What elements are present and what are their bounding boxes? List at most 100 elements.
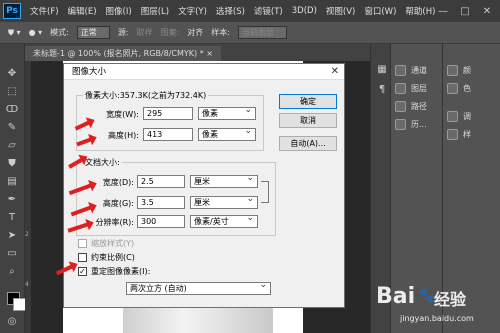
paths-icon <box>395 100 406 112</box>
menu-view[interactable]: 视图(V) <box>326 5 355 17</box>
scale-styles-label: 缩放样式(Y) <box>91 239 135 248</box>
ruler-mark: 2 <box>25 231 29 238</box>
menu-window[interactable]: 窗口(W) <box>364 5 396 17</box>
sample-select[interactable]: 当前图层 <box>237 26 287 39</box>
doc-height-unit-select[interactable]: 厘米 <box>190 194 258 209</box>
watermark-url: jingyan.baidu.com <box>400 314 474 323</box>
document-tab-title: 未标题-1 @ 100% (报名照片, RGB/8/CMYK) * <box>33 49 204 58</box>
menu-select[interactable]: 选择(S) <box>216 5 245 17</box>
restore-button[interactable]: □ <box>454 6 476 17</box>
layers-icon <box>395 82 406 94</box>
constrain-proportions-label: 约束比例(C) <box>91 253 135 262</box>
clone-stamp-icon[interactable]: ⛊ ▾ <box>8 28 21 38</box>
scale-styles-checkbox <box>78 239 87 248</box>
lasso-tool-icon[interactable]: ↀ <box>3 102 21 118</box>
menu-help[interactable]: 帮助(H) <box>405 5 435 17</box>
watermark-paw-icon: 🐾 <box>418 288 436 304</box>
pixel-width-unit-select[interactable]: 像素 <box>198 105 256 120</box>
history-panel-tab[interactable]: 历... <box>395 116 427 132</box>
menu-type[interactable]: 文字(Y) <box>178 5 207 17</box>
image-size-dialog: 图像大小 ✕ 像素大小:357.3K(之前为732.4K) 宽度(W): 295… <box>63 63 345 308</box>
menu-filter[interactable]: 滤镜(T) <box>254 5 283 17</box>
menu-layer[interactable]: 图层(L) <box>141 5 169 17</box>
eraser-tool-icon[interactable]: ▱ <box>3 138 21 154</box>
path-select-tool-icon[interactable]: ➤ <box>3 228 21 244</box>
history-label: 历... <box>411 119 427 129</box>
minimize-button[interactable]: — <box>432 6 454 17</box>
dialog-title-bar: 图像大小 ✕ <box>64 64 344 80</box>
menu-image[interactable]: 图像(I) <box>106 5 132 17</box>
adjustments-label: 调 <box>463 111 471 121</box>
move-tool-icon[interactable]: ✥ <box>3 66 21 82</box>
auto-button[interactable]: 自动(A)... <box>279 136 337 151</box>
color-label: 颜 <box>463 65 471 75</box>
dialog-close-button[interactable]: ✕ <box>331 64 339 80</box>
pixel-height-input[interactable]: 413 <box>143 128 193 141</box>
styles-panel-tab[interactable]: 样 <box>447 126 471 142</box>
ruler-mark: 4 <box>25 281 29 288</box>
resolution-unit-select[interactable]: 像素/英寸 <box>190 213 258 228</box>
vertical-ruler: 2 4 <box>25 61 31 333</box>
swatches-icon <box>447 82 458 94</box>
options-bar: ⛊ ▾ ● ▾ 模式: 正常 源: 取样 图案: 对齐 样本: 当前图层 <box>0 22 500 44</box>
document-tab-close-icon[interactable]: × <box>206 49 213 58</box>
adjustments-panel-tab[interactable]: 调 <box>447 108 471 124</box>
marquee-tool-icon[interactable]: ⬚ <box>3 84 21 100</box>
aligned-checkbox[interactable]: 对齐 <box>187 27 203 38</box>
paths-panel-tab[interactable]: 路径 <box>395 98 427 114</box>
menu-bar: Ps 文件(F) 编辑(E) 图像(I) 图层(L) 文字(Y) 选择(S) 滤… <box>0 0 500 22</box>
menu-edit[interactable]: 编辑(E) <box>68 5 97 17</box>
pixel-height-unit-select[interactable]: 像素 <box>198 126 256 141</box>
mode-select[interactable]: 正常 <box>76 26 110 39</box>
zoom-tool-icon[interactable]: ⌕ <box>3 264 21 280</box>
cancel-button[interactable]: 取消 <box>279 113 337 128</box>
paragraph-panel-icon[interactable]: ¶ <box>373 82 391 98</box>
document-tab-bar: 未标题-1 @ 100% (报名照片, RGB/8/CMYK) * × <box>25 44 370 61</box>
adjustments-icon <box>447 110 458 122</box>
swatches-label: 色 <box>463 83 471 93</box>
menu-3d[interactable]: 3D(D) <box>292 6 317 16</box>
brush-size-icon[interactable]: ● ▾ <box>29 28 43 37</box>
constrain-proportions-checkbox[interactable] <box>78 253 87 262</box>
source-pattern-radio[interactable]: 图案: <box>161 27 180 38</box>
pen-tool-icon[interactable]: ✒ <box>3 192 21 208</box>
constrain-link-icon <box>261 181 269 203</box>
ok-button[interactable]: 确定 <box>279 94 337 109</box>
paths-label: 路径 <box>411 101 427 111</box>
swatches-panel-tab[interactable]: 色 <box>447 80 471 96</box>
layers-panel-tab[interactable]: 图层 <box>395 80 427 96</box>
layers-label: 图层 <box>411 83 427 93</box>
channels-icon <box>395 64 406 76</box>
clone-stamp-tool-icon[interactable]: ⛊ <box>3 156 21 172</box>
watermark-brand: Bai <box>376 284 416 309</box>
sample-label: 样本: <box>211 28 230 37</box>
styles-icon <box>447 128 458 140</box>
close-window-button[interactable]: ✕ <box>476 6 498 17</box>
mode-label: 模式: <box>50 28 69 37</box>
doc-height-input[interactable]: 3.5 <box>137 196 185 209</box>
source-sampled-radio[interactable]: 取样 <box>137 27 153 38</box>
baidu-jingyan-watermark: Bai 🐾 经验 jingyan.baidu.com <box>372 284 497 328</box>
resolution-input[interactable]: 300 <box>137 215 185 228</box>
resample-method-select[interactable]: 两次立方 (自动) <box>126 280 271 295</box>
brush-tool-icon[interactable]: ✎ <box>3 120 21 136</box>
shape-tool-icon[interactable]: ▭ <box>3 246 21 262</box>
doc-width-unit-select[interactable]: 厘米 <box>190 173 258 188</box>
quick-mask-icon[interactable]: ◎ <box>3 314 21 330</box>
menu-file[interactable]: 文件(F) <box>30 5 59 17</box>
styles-label: 样 <box>463 129 471 139</box>
dialog-title: 图像大小 <box>72 67 107 77</box>
pixel-width-input[interactable]: 295 <box>143 107 193 120</box>
color-icon <box>447 64 458 76</box>
doc-width-input[interactable]: 2.5 <box>137 175 185 188</box>
gradient-tool-icon[interactable]: ▤ <box>3 174 21 190</box>
type-tool-icon[interactable]: T <box>3 210 21 226</box>
resample-label: 重定图像像素(I): <box>91 267 151 276</box>
color-panel-tab[interactable]: 颜 <box>447 62 471 78</box>
pixel-dimensions-group: 像素大小:357.3K(之前为732.4K) 宽度(W): 295 像素 高度(… <box>76 90 264 151</box>
document-tab[interactable]: 未标题-1 @ 100% (报名照片, RGB/8/CMYK) * × <box>25 46 221 61</box>
source-label: 源: <box>117 28 129 37</box>
channels-panel-tab[interactable]: 通道 <box>395 62 427 78</box>
history-panel-icon[interactable]: ▦ <box>373 62 391 78</box>
window-controls: — □ ✕ <box>432 0 498 22</box>
